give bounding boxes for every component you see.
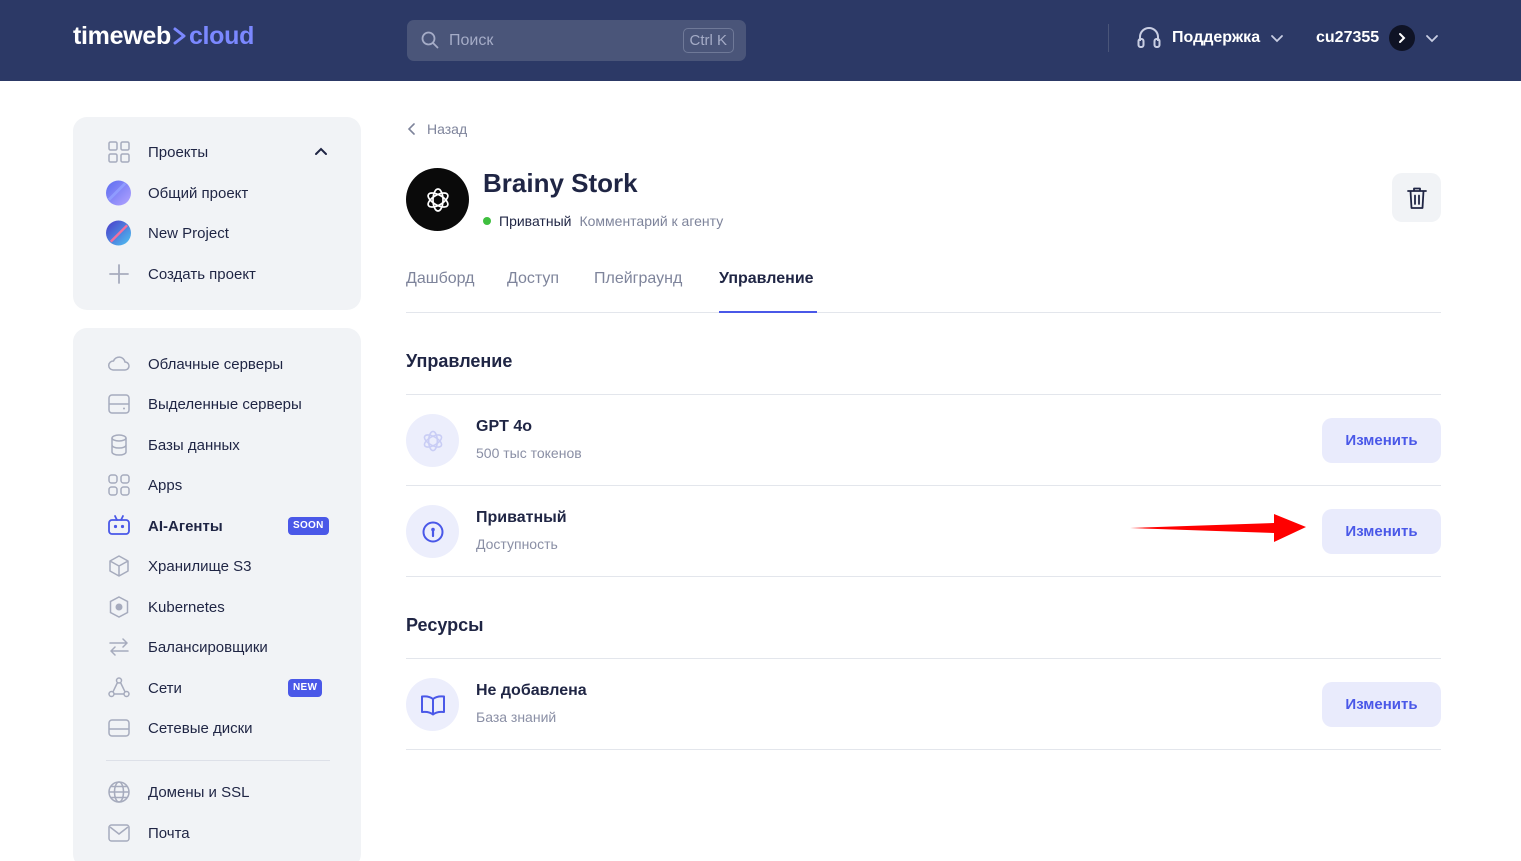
model-tokens: 500 тыс токенов bbox=[476, 445, 582, 461]
annotation-arrow bbox=[1130, 514, 1306, 542]
nav-item-ai-agents[interactable]: AI-Агенты bbox=[106, 513, 223, 539]
openai-icon bbox=[426, 187, 449, 212]
back-link[interactable]: Назад bbox=[407, 119, 467, 139]
timeweb-logo[interactable]: timeweb cloud bbox=[73, 22, 254, 51]
grid-icon bbox=[106, 140, 131, 165]
access-type: Приватный bbox=[476, 509, 567, 526]
chevron-down-icon bbox=[1426, 35, 1439, 43]
nav-item-apps[interactable]: Apps bbox=[106, 472, 182, 498]
active-tab-indicator bbox=[719, 311, 817, 313]
mail-icon bbox=[106, 821, 131, 846]
username-label: cu27355 bbox=[1316, 29, 1380, 46]
soon-badge: SOON bbox=[288, 517, 329, 535]
chevron-down-icon bbox=[1271, 35, 1283, 43]
tab-management[interactable]: Управление bbox=[719, 270, 814, 288]
knowledge-base-row-icon bbox=[406, 678, 459, 731]
cube-icon bbox=[106, 554, 131, 579]
tabs-divider bbox=[406, 312, 1441, 313]
row-divider bbox=[406, 576, 1441, 577]
nav-item-kubernetes[interactable]: Kubernetes bbox=[106, 594, 225, 620]
nav-item-load-balancers[interactable]: Балансировщики bbox=[106, 634, 268, 660]
network-icon bbox=[106, 676, 131, 701]
knowledge-base-label: База знаний bbox=[476, 709, 557, 725]
agent-meta: Приватный Комментарий к агенту bbox=[483, 212, 723, 230]
model-name: GPT 4o bbox=[476, 418, 533, 435]
openai-icon bbox=[423, 430, 442, 451]
project-item-new-project[interactable]: New Project bbox=[106, 220, 229, 246]
status-dot bbox=[483, 217, 491, 225]
management-section-title: Управление bbox=[406, 351, 513, 371]
row-divider bbox=[406, 749, 1441, 750]
model-row-icon bbox=[406, 414, 459, 467]
row-divider bbox=[406, 394, 1441, 395]
apps-icon bbox=[106, 473, 131, 498]
access-label: Доступность bbox=[476, 536, 558, 552]
agent-name: Brainy Stork bbox=[483, 168, 638, 198]
edit-access-button[interactable]: Изменить bbox=[1322, 509, 1441, 554]
create-project-button[interactable]: Создать проект bbox=[106, 261, 256, 287]
disk-icon bbox=[106, 716, 131, 741]
search-shortcut-badge: Ctrl K bbox=[682, 28, 734, 53]
search-icon bbox=[421, 31, 439, 49]
nav-item-network-disks[interactable]: Сетевые диски bbox=[106, 715, 253, 741]
delete-agent-button[interactable] bbox=[1392, 173, 1441, 222]
support-menu-button[interactable]: Поддержка bbox=[1136, 24, 1284, 52]
cloud-icon bbox=[106, 352, 131, 377]
lock-icon bbox=[422, 521, 443, 542]
support-label: Поддержка bbox=[1172, 29, 1261, 46]
row-divider bbox=[406, 485, 1441, 486]
logo-chevron-icon bbox=[173, 27, 186, 45]
globe-icon bbox=[106, 780, 131, 805]
header-divider bbox=[1108, 24, 1109, 52]
chevron-up-icon[interactable] bbox=[313, 143, 329, 159]
robot-icon bbox=[106, 514, 131, 539]
nav-item-domains-ssl[interactable]: Домены и SSL bbox=[106, 779, 249, 805]
server-icon bbox=[106, 392, 131, 417]
search-box[interactable]: Ctrl K bbox=[407, 20, 746, 61]
nav-item-cloud-servers[interactable]: Облачные серверы bbox=[106, 351, 283, 377]
agent-comment[interactable]: Комментарий к агенту bbox=[579, 213, 723, 229]
chevron-left-icon bbox=[407, 123, 415, 135]
project-avatar-icon bbox=[106, 180, 131, 206]
edit-knowledge-base-button[interactable]: Изменить bbox=[1322, 682, 1441, 727]
top-header: timewebcloud Ctrl K Поддержка cu27355 bbox=[0, 0, 1521, 81]
services-nav: Облачные серверы Выделенные серверы Базы… bbox=[73, 328, 361, 861]
search-input[interactable] bbox=[449, 20, 669, 61]
nav-divider bbox=[106, 760, 330, 761]
project-avatar-icon bbox=[106, 220, 131, 246]
tab-dashboard[interactable]: Дашборд bbox=[406, 270, 475, 288]
trash-icon bbox=[1406, 187, 1427, 209]
agent-avatar bbox=[406, 168, 469, 231]
user-menu-button[interactable]: cu27355 bbox=[1316, 24, 1439, 52]
projects-panel: Проекты Общий проект New Project Создать… bbox=[73, 117, 361, 310]
tab-access[interactable]: Доступ bbox=[507, 270, 559, 288]
plus-icon bbox=[106, 262, 131, 287]
nav-item-mail[interactable]: Почта bbox=[106, 820, 190, 846]
kubernetes-icon bbox=[106, 595, 131, 620]
nav-item-s3-storage[interactable]: Хранилище S3 bbox=[106, 553, 252, 579]
projects-header[interactable]: Проекты bbox=[106, 139, 208, 165]
nav-item-dedicated-servers[interactable]: Выделенные серверы bbox=[106, 391, 302, 417]
status-label: Приватный bbox=[499, 213, 572, 229]
database-icon bbox=[106, 433, 131, 458]
book-icon bbox=[420, 694, 445, 715]
tab-playground[interactable]: Плейграунд bbox=[594, 270, 682, 288]
resources-section-title: Ресурсы bbox=[406, 615, 484, 635]
headset-icon bbox=[1137, 27, 1161, 48]
edit-model-button[interactable]: Изменить bbox=[1322, 418, 1441, 463]
knowledge-base-status: Не добавлена bbox=[476, 682, 587, 699]
access-row-icon bbox=[406, 505, 459, 558]
nav-item-databases[interactable]: Базы данных bbox=[106, 432, 240, 458]
new-badge: NEW bbox=[288, 679, 323, 697]
row-divider bbox=[406, 658, 1441, 659]
account-arrow-icon bbox=[1389, 25, 1416, 51]
arrows-swap-icon bbox=[106, 635, 131, 660]
project-item-general[interactable]: Общий проект bbox=[106, 180, 248, 206]
nav-item-networks[interactable]: Сети bbox=[106, 675, 182, 701]
